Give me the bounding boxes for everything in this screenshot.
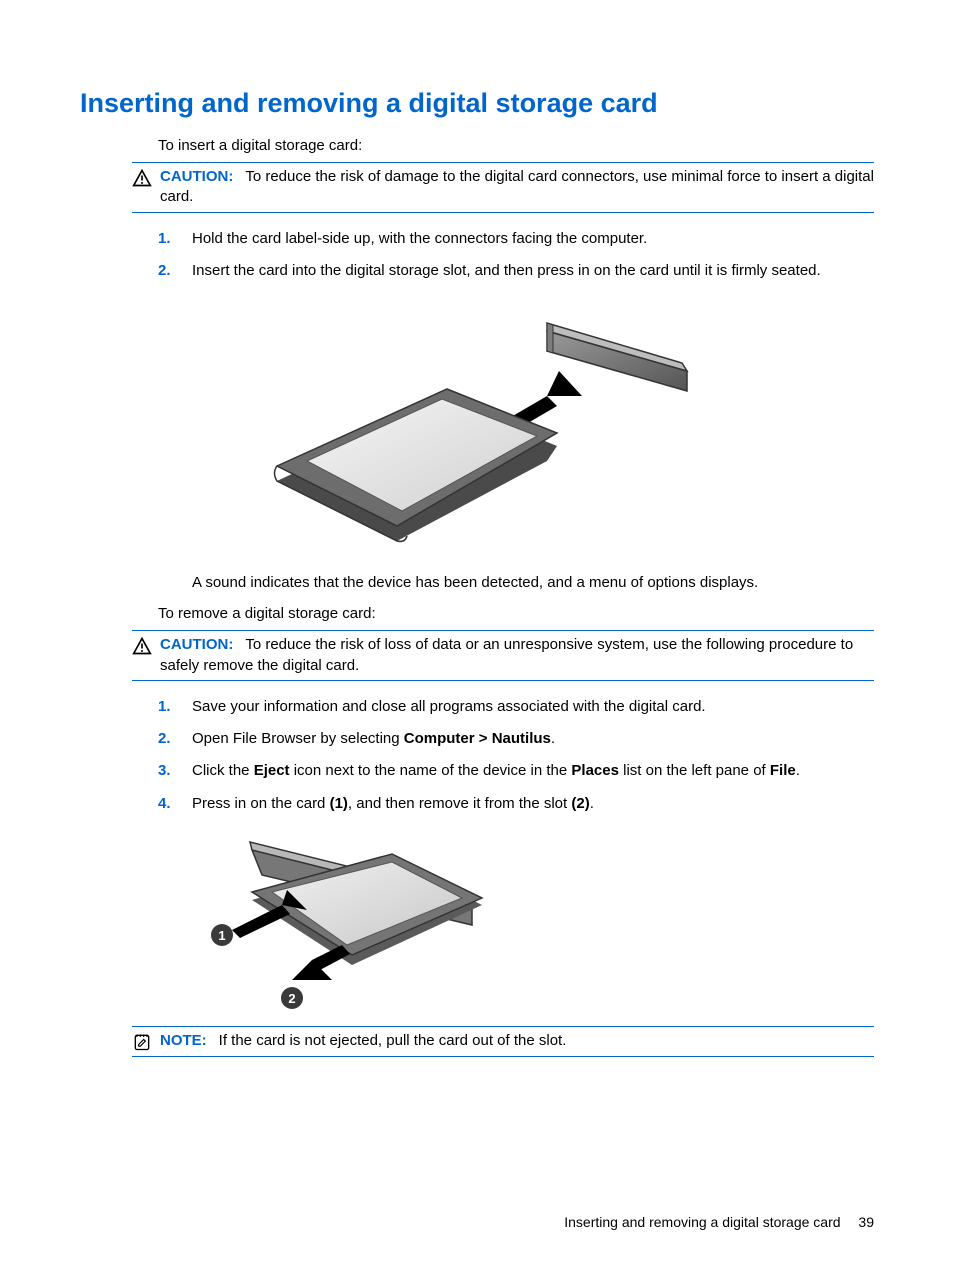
note-label: NOTE: <box>160 1032 207 1049</box>
page-title: Inserting and removing a digital storage… <box>80 88 874 119</box>
caution-box-2: CAUTION:To reduce the risk of loss of da… <box>132 630 874 681</box>
caution-icon <box>132 636 152 656</box>
caution-text: To reduce the risk of loss of data or an… <box>160 636 853 673</box>
list-item: Open File Browser by selecting Computer … <box>158 723 874 755</box>
caution-label: CAUTION: <box>160 636 233 653</box>
intro-remove: To remove a digital storage card: <box>158 605 874 622</box>
remove-steps: Save your information and close all prog… <box>158 691 874 820</box>
intro-insert: To insert a digital storage card: <box>158 137 874 154</box>
page-number: 39 <box>858 1214 874 1230</box>
note-text: If the card is not ejected, pull the car… <box>219 1032 567 1049</box>
note-icon <box>132 1032 152 1052</box>
list-item: Click the Eject icon next to the name of… <box>158 755 874 787</box>
list-item: Save your information and close all prog… <box>158 691 874 723</box>
insert-steps: Hold the card label-side up, with the co… <box>158 223 874 288</box>
figure-insert-card <box>247 301 707 561</box>
footer-text: Inserting and removing a digital storage… <box>564 1214 840 1230</box>
list-item: Press in on the card (1), and then remov… <box>158 788 874 820</box>
detection-text: A sound indicates that the device has be… <box>192 573 874 593</box>
list-item: Hold the card label-side up, with the co… <box>158 223 874 255</box>
figure-remove-card: 1 2 <box>192 830 492 1020</box>
note-box: NOTE: If the card is not ejected, pull th… <box>132 1026 874 1057</box>
caution-box-1: CAUTION:To reduce the risk of damage to … <box>132 162 874 213</box>
caution-text: To reduce the risk of damage to the digi… <box>160 168 874 205</box>
caution-icon <box>132 168 152 188</box>
caution-label: CAUTION: <box>160 168 233 185</box>
svg-text:1: 1 <box>218 928 225 943</box>
svg-text:2: 2 <box>288 991 295 1006</box>
page-footer: Inserting and removing a digital storage… <box>564 1214 874 1230</box>
list-item: Insert the card into the digital storage… <box>158 255 874 287</box>
